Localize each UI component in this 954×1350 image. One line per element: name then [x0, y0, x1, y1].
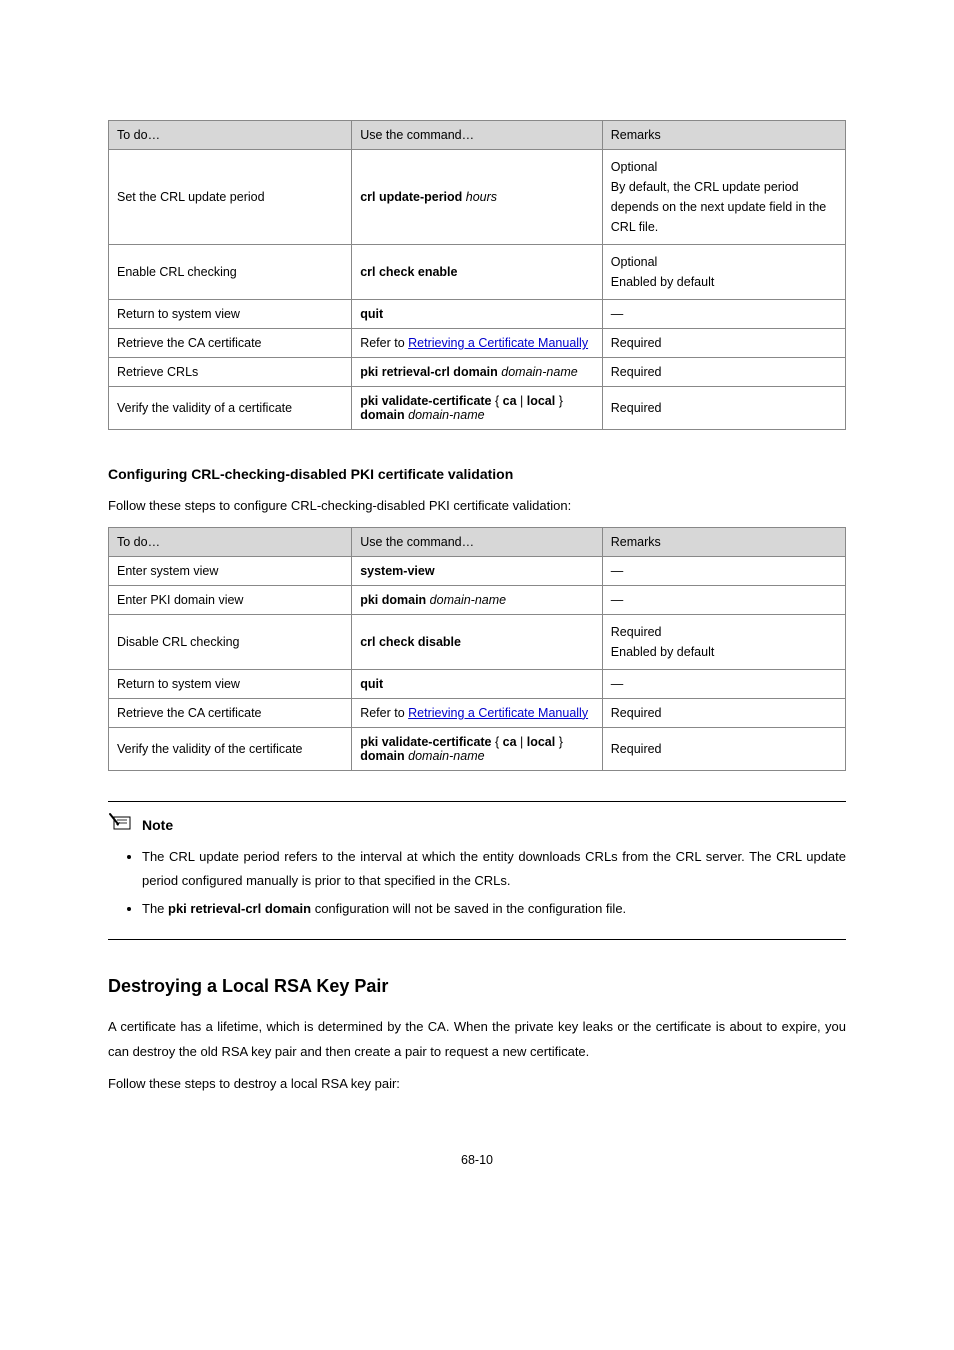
table-row: Return to system view quit — — [109, 669, 846, 698]
cell: Required — [602, 387, 845, 430]
cell: pki validate-certificate { ca | local } … — [352, 387, 603, 430]
cell: Enter PKI domain view — [109, 585, 352, 614]
cell: Verify the validity of a certificate — [109, 387, 352, 430]
cell: Required — [602, 727, 845, 770]
note-block: Note The CRL update period refers to the… — [108, 801, 846, 940]
table-row: Enter PKI domain view pki domain domain-… — [109, 585, 846, 614]
th: Remarks — [602, 527, 845, 556]
table-row: Verify the validity of the certificate p… — [109, 727, 846, 770]
cell: quit — [352, 669, 603, 698]
cell: Refer to Retrieving a Certificate Manual… — [352, 329, 603, 358]
cell: pki validate-certificate { ca | local } … — [352, 727, 603, 770]
paragraph: Follow these steps to configure CRL-chec… — [108, 494, 846, 519]
table-row: Enable CRL checking crl check enable Opt… — [109, 245, 846, 300]
cell: crl check enable — [352, 245, 603, 300]
cell: Verify the validity of the certificate — [109, 727, 352, 770]
cell: quit — [352, 300, 603, 329]
cell: system-view — [352, 556, 603, 585]
cell: OptionalEnabled by default — [602, 245, 845, 300]
cell: Required — [602, 329, 845, 358]
heading-destroy-rsa: Destroying a Local RSA Key Pair — [108, 976, 846, 997]
table-crl-disabled: To do… Use the command… Remarks Enter sy… — [108, 527, 846, 771]
table-row: Set the CRL update period crl update-per… — [109, 150, 846, 245]
cell: Required — [602, 358, 845, 387]
table-row: Disable CRL checking crl check disable R… — [109, 614, 846, 669]
cell: — — [602, 585, 845, 614]
th: Use the command… — [352, 527, 603, 556]
cell: crl check disable — [352, 614, 603, 669]
cell: — — [602, 556, 845, 585]
note-label: Note — [142, 817, 173, 833]
section-heading: Configuring CRL-checking-disabled PKI ce… — [108, 466, 846, 482]
link-retrieving-cert[interactable]: Retrieving a Certificate Manually — [408, 706, 588, 720]
table-row: Retrieve the CA certificate Refer to Ret… — [109, 329, 846, 358]
cell: Retrieve CRLs — [109, 358, 352, 387]
link-retrieving-cert[interactable]: Retrieving a Certificate Manually — [408, 336, 588, 350]
th: Use the command… — [352, 121, 603, 150]
th: To do… — [109, 121, 352, 150]
cell: — — [602, 300, 845, 329]
cell: Required — [602, 698, 845, 727]
cell: Set the CRL update period — [109, 150, 352, 245]
page-number: 68-10 — [108, 1153, 846, 1167]
table-crl-enabled: To do… Use the command… Remarks Set the … — [108, 120, 846, 430]
cell: Return to system view — [109, 669, 352, 698]
note-item: The CRL update period refers to the inte… — [142, 845, 846, 893]
cell: Retrieve the CA certificate — [109, 698, 352, 727]
cell: Return to system view — [109, 300, 352, 329]
cell: crl update-period hours — [352, 150, 603, 245]
th: To do… — [109, 527, 352, 556]
paragraph: A certificate has a lifetime, which is d… — [108, 1015, 846, 1064]
cell: pki domain domain-name — [352, 585, 603, 614]
cell: — — [602, 669, 845, 698]
th: Remarks — [602, 121, 845, 150]
cell: Disable CRL checking — [109, 614, 352, 669]
cell: Enter system view — [109, 556, 352, 585]
table-row: Retrieve CRLs pki retrieval-crl domain d… — [109, 358, 846, 387]
cell: Enable CRL checking — [109, 245, 352, 300]
note-item: The pki retrieval-crl domain configurati… — [142, 897, 846, 921]
paragraph: Follow these steps to destroy a local RS… — [108, 1072, 846, 1097]
table-row: Enter system view system-view — — [109, 556, 846, 585]
cell: Refer to Retrieving a Certificate Manual… — [352, 698, 603, 727]
cell: OptionalBy default, the CRL update perio… — [602, 150, 845, 245]
cell: pki retrieval-crl domain domain-name — [352, 358, 603, 387]
table-row: Verify the validity of a certificate pki… — [109, 387, 846, 430]
cell: RequiredEnabled by default — [602, 614, 845, 669]
cell: Retrieve the CA certificate — [109, 329, 352, 358]
table-row: Return to system view quit — — [109, 300, 846, 329]
note-icon — [108, 812, 136, 839]
table-row: Retrieve the CA certificate Refer to Ret… — [109, 698, 846, 727]
